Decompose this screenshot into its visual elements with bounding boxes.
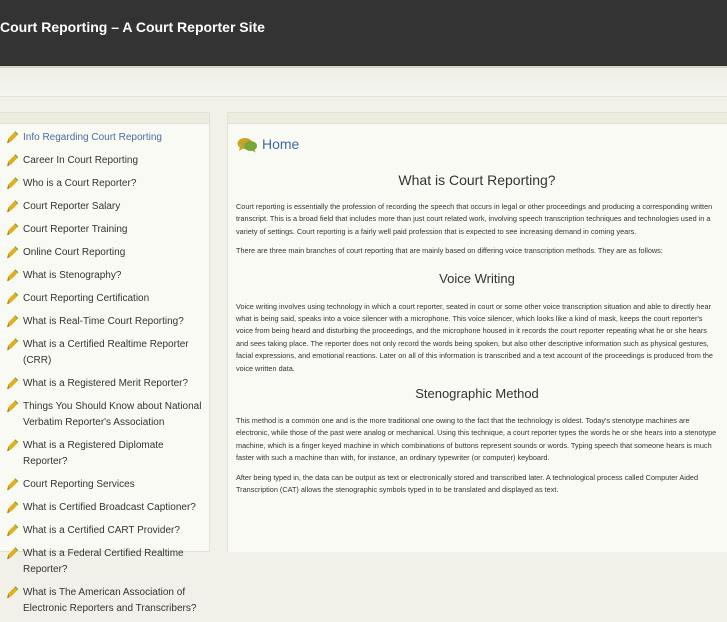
sidebar-item[interactable]: Info Regarding Court Reporting (0, 128, 209, 151)
pencil-icon (6, 501, 19, 514)
sidebar-item[interactable]: Online Court Reporting (0, 243, 209, 266)
sidebar-item-label: Who is a Court Reporter? (23, 178, 137, 189)
sidebar-item-label: Things You Should Know about National Ve… (23, 401, 202, 428)
sidebar-item[interactable]: What is a Registered Merit Reporter? (0, 374, 209, 397)
sidebar-item[interactable]: What is The American Association of Elec… (0, 583, 209, 622)
sidebar: Info Regarding Court Reporting Career In … (0, 112, 210, 614)
sidebar-item-label: What is Certified Broadcast Captioner? (23, 502, 196, 513)
chat-bubbles-icon (237, 138, 257, 153)
pencil-icon (6, 439, 19, 452)
breadcrumb-home-link[interactable]: Home (262, 136, 299, 152)
pencil-icon (6, 478, 19, 491)
pencil-icon (6, 131, 19, 144)
intro-paragraph: Court reporting is essentially the profe… (236, 202, 713, 236)
sidebar-item-label: Info Regarding Court Reporting (23, 132, 162, 143)
stenographic-paragraph-2: After being typed in, the data can be ou… (236, 472, 699, 495)
sidebar-item[interactable]: Career In Court Reporting (0, 151, 209, 174)
nav-band (0, 68, 727, 97)
sidebar-item-label: What is The American Association of Elec… (23, 587, 197, 614)
main-band (228, 113, 727, 124)
sidebar-item-label: What is a Federal Certified Realtime Rep… (23, 548, 184, 575)
sidebar-item[interactable]: Things You Should Know about National Ve… (0, 397, 209, 436)
site-header: Court Reporting – A Court Reporter Site (0, 0, 727, 66)
sidebar-item[interactable]: Court Reporter Training (0, 220, 209, 243)
voice-writing-paragraph: Voice writing involves using technology … (236, 301, 713, 373)
pencil-icon (6, 547, 19, 560)
pencil-icon (6, 154, 19, 167)
sidebar-item[interactable]: What is Real-Time Court Reporting? (0, 312, 209, 335)
pencil-icon (6, 377, 19, 390)
sidebar-item-label: What is a Certified CART Provider? (23, 525, 180, 536)
main-content: Home What is Court Reporting? Court repo… (227, 112, 727, 552)
sidebar-item[interactable]: Court Reporter Salary (0, 197, 209, 220)
pencil-icon (6, 315, 19, 328)
branches-paragraph: There are three main branches of court r… (236, 246, 663, 256)
stenographic-paragraph: This method is a common one and is the m… (236, 416, 717, 463)
page-title: What is Court Reporting? (398, 172, 556, 188)
sidebar-item[interactable]: What is Stenography? (0, 266, 209, 289)
pencil-icon (6, 177, 19, 190)
sidebar-item-label: Career In Court Reporting (23, 155, 139, 166)
pencil-icon (6, 338, 19, 351)
pencil-icon (6, 586, 19, 599)
pencil-icon (6, 292, 19, 305)
sidebar-nav: Info Regarding Court Reporting Career In … (0, 124, 209, 622)
site-title[interactable]: Court Reporting – A Court Reporter Site (0, 19, 265, 35)
sidebar-item[interactable]: Court Reporting Certification (0, 289, 209, 312)
breadcrumb: Home (236, 135, 718, 155)
pencil-icon (6, 200, 19, 213)
sidebar-item-label: Court Reporter Salary (23, 201, 121, 212)
sidebar-item[interactable]: What is a Registered Diplomate Reporter? (0, 436, 209, 475)
sidebar-item-label: Court Reporting Services (23, 479, 135, 490)
sidebar-band (0, 113, 209, 124)
sidebar-item[interactable]: What is Certified Broadcast Captioner? (0, 498, 209, 521)
pencil-icon (6, 223, 19, 236)
sidebar-item-label: Court Reporter Training (23, 224, 128, 235)
voice-writing-heading: Voice Writing (439, 270, 515, 286)
sidebar-item[interactable]: What is a Certified CART Provider? (0, 521, 209, 544)
pencil-icon (6, 269, 19, 282)
sidebar-item[interactable]: What is a Federal Certified Realtime Rep… (0, 544, 209, 583)
stenographic-method-heading: Stenographic Method (415, 386, 539, 402)
pencil-icon (6, 246, 19, 259)
sidebar-item-label: What is a Registered Diplomate Reporter? (23, 440, 164, 467)
sidebar-item-label: What is a Registered Merit Reporter? (23, 378, 189, 389)
sidebar-item-label: What is Real-Time Court Reporting? (23, 316, 184, 327)
sidebar-item-label: What is a Certified Realtime Reporter (C… (23, 339, 189, 366)
pencil-icon (6, 524, 19, 537)
pencil-icon (6, 400, 19, 413)
sidebar-item[interactable]: Who is a Court Reporter? (0, 174, 209, 197)
sidebar-item[interactable]: Court Reporting Services (0, 475, 209, 498)
sidebar-item-label: Court Reporting Certification (23, 293, 150, 304)
sidebar-item-label: What is Stenography? (23, 270, 122, 281)
sidebar-item[interactable]: What is a Certified Realtime Reporter (C… (0, 335, 209, 374)
sidebar-item-label: Online Court Reporting (23, 247, 126, 258)
